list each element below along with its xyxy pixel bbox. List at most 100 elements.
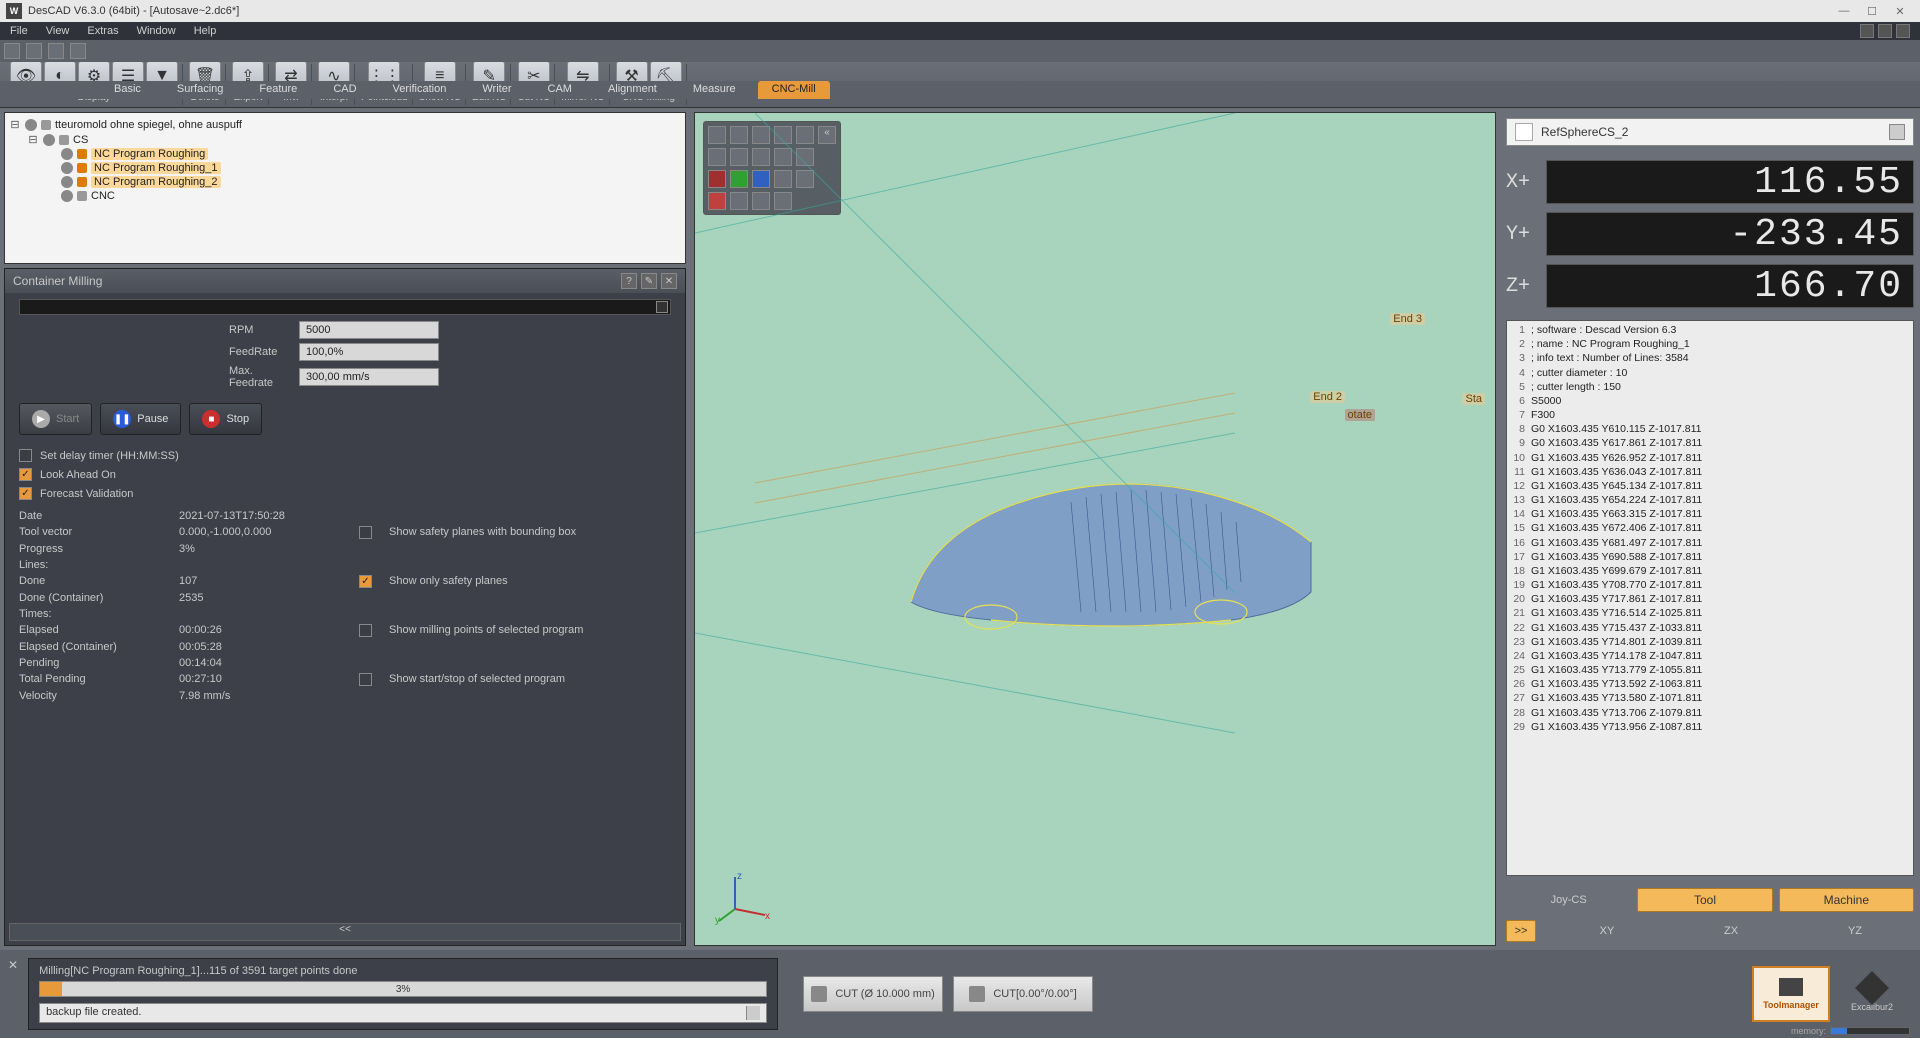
menu-help[interactable]: Help — [194, 25, 217, 37]
y-readout: -233.45 — [1546, 212, 1914, 256]
menu-view[interactable]: View — [46, 25, 70, 37]
tree-item-roughing2[interactable]: NC Program Roughing_2 — [91, 176, 221, 188]
mdi-min-icon[interactable] — [1860, 24, 1874, 38]
model-tree[interactable]: ⊟tteuromold ohne spiegel, ohne auspuff ⊟… — [4, 112, 686, 264]
collapse-button[interactable]: << — [9, 923, 681, 941]
velocity-label: Velocity — [19, 690, 169, 702]
panel-close-icon[interactable]: ✕ — [661, 273, 677, 289]
log-dropdown-icon[interactable] — [746, 1006, 760, 1020]
tree-item-cnc[interactable]: CNC — [91, 190, 115, 202]
tab-cam[interactable]: CAM — [534, 81, 586, 99]
millpoints-checkbox[interactable] — [359, 624, 372, 637]
qa-open-icon[interactable] — [26, 43, 42, 59]
panel-help-icon[interactable]: ? — [621, 273, 637, 289]
stop-icon: ■ — [202, 410, 220, 428]
3d-viewport[interactable]: « — [694, 112, 1496, 946]
done-value: 107 — [179, 575, 349, 588]
svg-text:z: z — [737, 871, 742, 882]
tree-item-cs[interactable]: CS — [73, 134, 88, 146]
app-logo: W — [6, 3, 22, 19]
feedrate-input[interactable] — [299, 343, 439, 361]
log-output[interactable]: backup file created. — [39, 1003, 767, 1023]
nc-code-list[interactable]: 1; software : Descad Version 6.32; name … — [1506, 320, 1914, 876]
lookahead-checkbox[interactable] — [19, 468, 32, 481]
cut-angle-button[interactable]: CUT[0.00°/0.00°] — [953, 976, 1093, 1012]
viewport-grid — [695, 113, 1495, 945]
done-label: Done — [19, 575, 169, 588]
lookahead-label: Look Ahead On — [40, 469, 116, 481]
donec-label: Done (Container) — [19, 592, 169, 604]
tab-cad[interactable]: CAD — [319, 81, 370, 99]
vis-icon[interactable] — [25, 119, 37, 131]
excalibur-button[interactable]: Excalibur2 — [1842, 976, 1902, 1012]
tab-writer[interactable]: Writer — [468, 81, 525, 99]
tree-root[interactable]: tteuromold ohne spiegel, ohne auspuff — [55, 119, 242, 131]
label-start: Sta — [1462, 393, 1485, 405]
machine-tab-button[interactable]: Machine — [1779, 888, 1914, 912]
tab-feature[interactable]: Feature — [245, 81, 311, 99]
close-button[interactable]: ✕ — [1886, 2, 1914, 20]
mdi-close-icon[interactable] — [1896, 24, 1910, 38]
toolmanager-button[interactable]: Toolmanager — [1752, 966, 1830, 1022]
vis-icon[interactable] — [61, 148, 73, 160]
pause-icon: ❚❚ — [113, 410, 131, 428]
container-milling-panel: Container Milling ? ✎ ✕ RPM FeedRate Max… — [4, 268, 686, 946]
tab-measure[interactable]: Measure — [679, 81, 750, 99]
label-end3: End 3 — [1390, 313, 1425, 325]
tree-item-roughing[interactable]: NC Program Roughing — [91, 148, 208, 160]
vis-icon[interactable] — [43, 134, 55, 146]
forecast-checkbox[interactable] — [19, 487, 32, 500]
maximize-button[interactable]: ☐ — [1858, 2, 1886, 20]
shift-button[interactable]: >> — [1506, 920, 1536, 942]
maxfeed-label: Max. Feedrate — [19, 365, 299, 389]
tab-cnc-mill[interactable]: CNC-Mill — [758, 81, 830, 99]
yz-label[interactable]: YZ — [1796, 925, 1914, 937]
safety-only-checkbox[interactable] — [359, 575, 372, 588]
status-bar: ✕ Milling[NC Program Roughing_1]...115 o… — [0, 950, 1920, 1038]
stop-button[interactable]: ■Stop — [189, 403, 262, 435]
elapsed-value: 00:00:26 — [179, 624, 349, 637]
vis-icon[interactable] — [61, 162, 73, 174]
tab-surfacing[interactable]: Surfacing — [163, 81, 237, 99]
qa-new-icon[interactable] — [4, 43, 20, 59]
y-axis-label: Y+ — [1506, 223, 1546, 246]
feedrate-label: FeedRate — [19, 346, 299, 358]
tab-basic[interactable]: Basic — [100, 81, 155, 99]
date-label: Date — [19, 510, 169, 522]
menu-window[interactable]: Window — [137, 25, 176, 37]
start-button[interactable]: ▶Start — [19, 403, 92, 435]
label-end2: End 2 — [1310, 391, 1345, 403]
safety-only-label: Show only safety planes — [389, 575, 685, 588]
status-close-icon[interactable]: ✕ — [8, 958, 18, 972]
tree-item-roughing1[interactable]: NC Program Roughing_1 — [91, 162, 221, 174]
pause-button[interactable]: ❚❚Pause — [100, 403, 181, 435]
pending-label: Pending — [19, 657, 169, 669]
ribbon-tabs: Basic Surfacing Feature CAD Verification… — [0, 81, 1920, 99]
tab-alignment[interactable]: Alignment — [594, 81, 671, 99]
rpm-input[interactable] — [299, 321, 439, 339]
menu-file[interactable]: File — [10, 25, 28, 37]
progress-percent: 3% — [396, 982, 410, 998]
minimize-button[interactable]: — — [1830, 2, 1858, 20]
qa-save-icon[interactable] — [48, 43, 64, 59]
chevron-down-icon[interactable] — [1889, 124, 1905, 140]
menu-extras[interactable]: Extras — [87, 25, 118, 37]
coordinate-system-select[interactable]: RefSphereCS_2 — [1506, 118, 1914, 146]
qa-saveall-icon[interactable] — [70, 43, 86, 59]
preview-restore-icon[interactable] — [656, 301, 668, 313]
mdi-max-icon[interactable] — [1878, 24, 1892, 38]
vis-icon[interactable] — [61, 190, 73, 202]
delay-checkbox[interactable] — [19, 449, 32, 462]
safety-bbox-checkbox[interactable] — [359, 526, 372, 539]
panel-edit-icon[interactable]: ✎ — [641, 273, 657, 289]
zx-label[interactable]: ZX — [1672, 925, 1790, 937]
xy-label[interactable]: XY — [1548, 925, 1666, 937]
maxfeed-input[interactable] — [299, 368, 439, 386]
vis-icon[interactable] — [61, 176, 73, 188]
tab-verification[interactable]: Verification — [379, 81, 461, 99]
startstop-checkbox[interactable] — [359, 673, 372, 686]
tool-tab-button[interactable]: Tool — [1637, 888, 1772, 912]
pending-value: 00:14:04 — [179, 657, 349, 669]
angle-icon — [969, 986, 985, 1002]
cut-diameter-button[interactable]: CUT (Ø 10.000 mm) — [803, 976, 943, 1012]
